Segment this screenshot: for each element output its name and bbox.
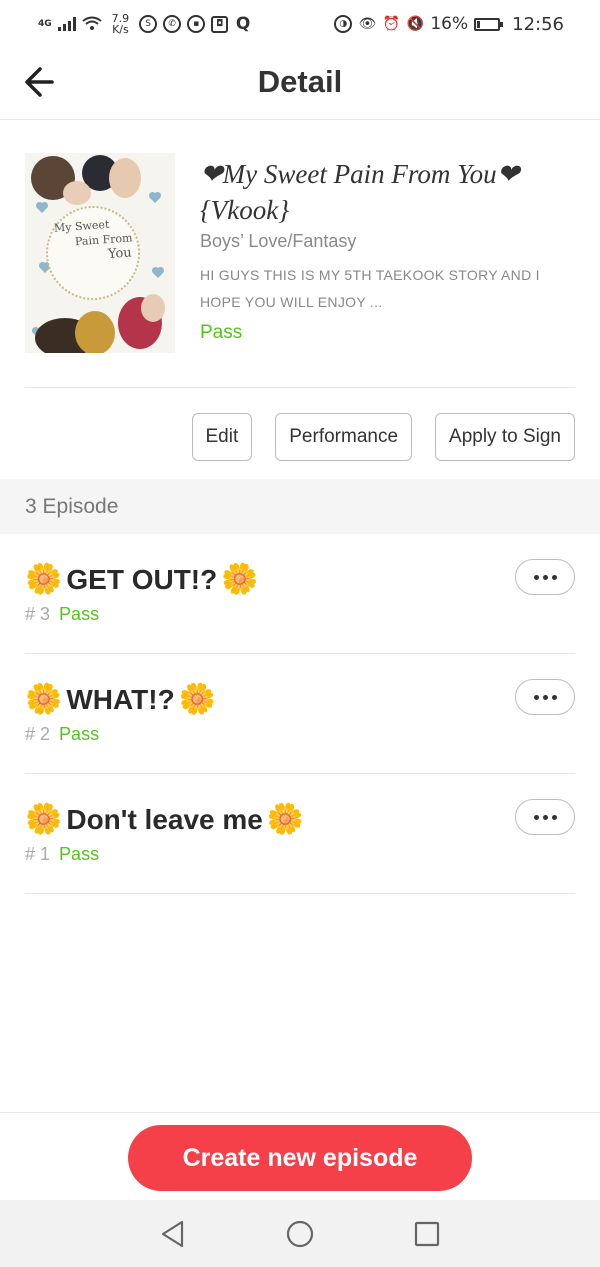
- battery-icon: [474, 17, 504, 31]
- lock-icon: ▪: [187, 15, 206, 33]
- whatsapp-icon: ✆: [163, 15, 182, 33]
- circle-home-icon: [286, 1220, 314, 1247]
- episode-item[interactable]: 🌼 Don't leave me 🌼 # 1 Pass: [25, 774, 575, 894]
- book-title: ❤My Sweet Pain From You❤{Vkook}: [200, 159, 520, 225]
- nav-home-button[interactable]: [270, 1204, 330, 1264]
- battery-percent: 16%: [430, 14, 469, 34]
- book-info: My Sweet Pain From You ❤My Sweet Pain Fr…: [25, 120, 575, 388]
- daisy-icon: 🌼: [221, 563, 259, 596]
- daisy-icon: 🌼: [25, 803, 63, 836]
- ellipsis-icon: [533, 694, 539, 700]
- ellipsis-dot: [542, 574, 548, 580]
- episode-status: Pass: [59, 724, 100, 744]
- episode-meta: # 3 Pass: [25, 604, 99, 625]
- network-speed: 7.9 K/s: [112, 13, 130, 35]
- clock: 12:56: [512, 13, 564, 35]
- wifi-icon: [82, 16, 102, 30]
- book-actions: Edit Performance Apply to Sign: [191, 413, 575, 461]
- daisy-icon: 🌼: [178, 683, 217, 716]
- square-recents-icon: [414, 1221, 439, 1246]
- episode-count: 3 Episode: [0, 479, 600, 534]
- cover-text-line-3: You: [107, 245, 133, 263]
- status-bar: 4G 7.9 K/s S ✆ ▪ ◘ Q ◑ 👁 ⏰ 🔇 16% 12:56: [0, 0, 600, 48]
- create-new-episode-button[interactable]: Create new episode: [128, 1125, 472, 1191]
- episode-title: Don't leave me: [66, 803, 263, 835]
- data-saver-icon: ◑: [334, 15, 353, 33]
- mute-icon: 🔇: [406, 16, 425, 32]
- episode-number: # 2: [25, 724, 51, 744]
- more-options-button[interactable]: [515, 679, 575, 715]
- book-status: Pass: [200, 322, 243, 343]
- episode-item[interactable]: 🌼 GET OUT!? 🌼 # 3 Pass: [25, 534, 575, 654]
- episode-title-row: 🌼 Don't leave me 🌼: [25, 802, 304, 837]
- ellipsis-dot: [551, 814, 557, 820]
- shazam-icon: S: [139, 15, 158, 33]
- signal-icon: [57, 17, 76, 31]
- book-genre: Boys’ Love/Fantasy: [200, 231, 357, 251]
- daisy-icon: 🌼: [266, 803, 305, 836]
- episode-title-row: 🌼 WHAT!? 🌼: [25, 682, 216, 717]
- apply-to-sign-button[interactable]: Apply to Sign: [435, 413, 575, 461]
- daisy-icon: 🌼: [25, 683, 63, 716]
- book-description: Hi guys this is my 5th taekook story and…: [200, 267, 540, 310]
- eye-icon: 👁: [358, 16, 377, 32]
- ellipsis-dot: [551, 694, 557, 700]
- search-app-icon: Q: [235, 14, 251, 34]
- performance-button[interactable]: Performance: [275, 413, 413, 461]
- episode-status: Pass: [59, 604, 100, 624]
- status-left: 4G 7.9 K/s S ✆ ▪ ◘ Q: [38, 13, 252, 35]
- cover-text: My Sweet Pain From You: [54, 215, 134, 265]
- triangle-back-icon: [162, 1220, 184, 1247]
- page-title: Detail: [257, 64, 343, 99]
- edit-button[interactable]: Edit: [191, 413, 253, 461]
- ellipsis-icon: [533, 814, 539, 820]
- status-right: ◑ 👁 ⏰ 🔇 16% 12:56: [334, 14, 564, 35]
- book-details: ❤My Sweet Pain From You❤{Vkook} Boys’ Lo…: [200, 156, 575, 344]
- episode-title: GET OUT!?: [66, 563, 218, 595]
- nav-back-button[interactable]: [143, 1204, 203, 1264]
- daisy-icon: 🌼: [25, 563, 63, 596]
- network-type: 4G: [38, 18, 52, 29]
- ellipsis-dot: [542, 814, 548, 820]
- ellipsis-dot: [551, 574, 557, 580]
- more-options-button[interactable]: [515, 559, 575, 595]
- episode-number: # 3: [25, 604, 51, 624]
- episode-title: WHAT!?: [66, 683, 175, 715]
- alarm-icon: ⏰: [382, 16, 401, 32]
- more-options-button[interactable]: [515, 799, 575, 835]
- episode-title-row: 🌼 GET OUT!? 🌼: [25, 562, 259, 597]
- screenshot-icon: ◘: [211, 15, 229, 33]
- episode-meta: # 1 Pass: [25, 844, 99, 865]
- ellipsis-icon: [533, 574, 539, 580]
- episode-status: Pass: [59, 844, 100, 864]
- bottom-action-bar: Create new episode: [0, 1112, 600, 1200]
- ellipsis-dot: [542, 694, 548, 700]
- episode-item[interactable]: 🌼 WHAT!? 🌼 # 2 Pass: [25, 654, 575, 774]
- app-header: Detail: [0, 48, 600, 120]
- system-navigation-bar: [0, 1200, 600, 1267]
- episode-number: # 1: [25, 844, 51, 864]
- book-cover[interactable]: My Sweet Pain From You: [25, 153, 175, 353]
- network-speed-unit: K/s: [112, 23, 129, 36]
- episode-meta: # 2 Pass: [25, 724, 99, 745]
- nav-recents-button[interactable]: [397, 1204, 457, 1264]
- episode-list: 🌼 GET OUT!? 🌼 # 3 Pass 🌼 WHAT!? 🌼 # 2 Pa…: [25, 534, 575, 894]
